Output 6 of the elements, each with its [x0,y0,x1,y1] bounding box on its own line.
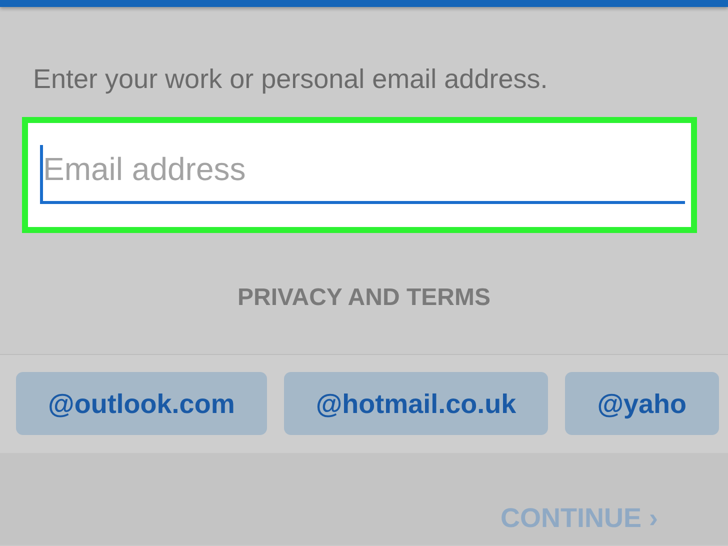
domain-chip[interactable]: @yaho [565,372,719,436]
instruction-text: Enter your work or personal email address. [33,63,549,96]
email-field[interactable]: Email address [22,117,697,234]
domain-chip[interactable]: @hotmail.co.uk [284,372,548,436]
domain-chip[interactable]: @outlook.com [16,372,267,436]
privacy-link[interactable]: PRIVACY AND TERMS [0,280,728,316]
